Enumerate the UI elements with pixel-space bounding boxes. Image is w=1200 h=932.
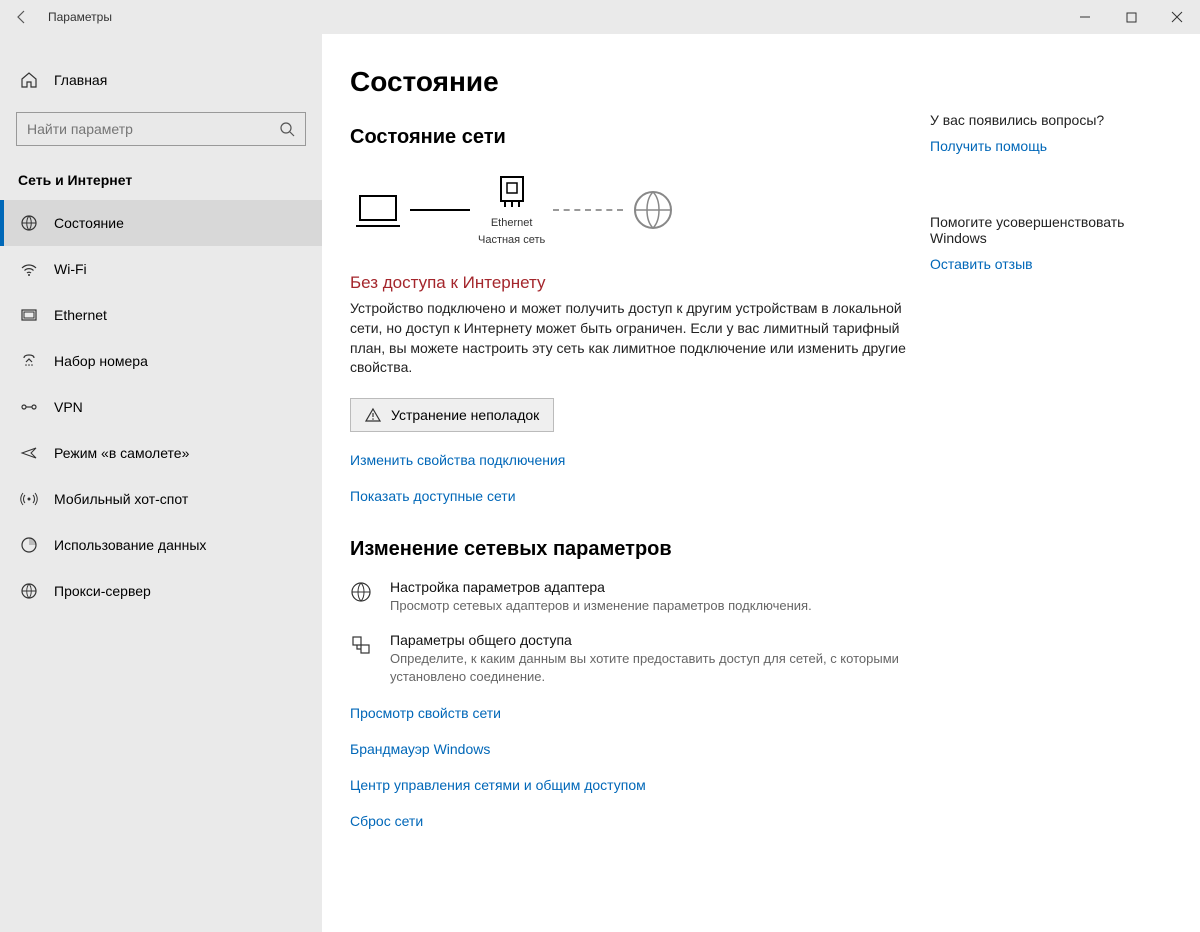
link-feedback[interactable]: Оставить отзыв bbox=[930, 256, 1033, 272]
sidebar-item-label: Прокси-сервер bbox=[40, 583, 151, 599]
ethernet-icon bbox=[18, 306, 40, 324]
option-desc: Просмотр сетевых адаптеров и изменение п… bbox=[390, 597, 910, 615]
option-sharing[interactable]: Параметры общего доступа Определите, к к… bbox=[350, 632, 910, 685]
sidebar-item-data-usage[interactable]: Использование данных bbox=[0, 522, 322, 568]
network-adapter-icon bbox=[495, 173, 529, 213]
window-title: Параметры bbox=[44, 10, 112, 24]
computer-icon bbox=[354, 190, 402, 230]
sidebar-item-label: VPN bbox=[40, 399, 83, 415]
minimize-icon bbox=[1079, 11, 1091, 23]
globe-icon bbox=[631, 188, 675, 232]
diagram-conn-name: Ethernet bbox=[491, 217, 533, 230]
option-title: Настройка параметров адаптера bbox=[390, 579, 910, 595]
sidebar-item-wifi[interactable]: Wi-Fi bbox=[0, 246, 322, 292]
link-sharing-center[interactable]: Центр управления сетями и общим доступом bbox=[350, 777, 646, 793]
sidebar-home[interactable]: Главная bbox=[0, 58, 322, 102]
error-body: Устройство подключено и может получить д… bbox=[350, 299, 910, 377]
sidebar-item-vpn[interactable]: VPN bbox=[0, 384, 322, 430]
page-title: Состояние bbox=[350, 66, 910, 98]
sidebar-item-proxy[interactable]: Прокси-сервер bbox=[0, 568, 322, 614]
hotspot-icon bbox=[18, 490, 40, 508]
warning-icon bbox=[365, 407, 381, 423]
sidebar-item-hotspot[interactable]: Мобильный хот-спот bbox=[0, 476, 322, 522]
sidebar-item-label: Wi-Fi bbox=[40, 261, 87, 277]
sharing-icon bbox=[350, 632, 376, 685]
sidebar-item-status[interactable]: Состояние bbox=[0, 200, 322, 246]
section-change: Изменение сетевых параметров bbox=[350, 538, 910, 561]
sidebar-item-airplane[interactable]: Режим «в самолете» bbox=[0, 430, 322, 476]
option-title: Параметры общего доступа bbox=[390, 632, 910, 648]
link-change-props[interactable]: Изменить свойства подключения bbox=[350, 452, 565, 468]
sidebar-item-label: Режим «в самолете» bbox=[40, 445, 189, 461]
status-icon bbox=[18, 214, 40, 232]
help-title: У вас появились вопросы? bbox=[930, 112, 1160, 128]
search-icon bbox=[279, 121, 295, 137]
adapter-settings-icon bbox=[350, 579, 376, 615]
network-diagram: Ethernet Частная сеть bbox=[350, 167, 910, 251]
sidebar-item-label: Состояние bbox=[40, 215, 124, 231]
troubleshoot-label: Устранение неполадок bbox=[391, 407, 539, 423]
dialup-icon bbox=[18, 352, 40, 370]
close-icon bbox=[1171, 11, 1183, 23]
maximize-button[interactable] bbox=[1108, 0, 1154, 34]
close-button[interactable] bbox=[1154, 0, 1200, 34]
vpn-icon bbox=[18, 398, 40, 416]
section-status: Состояние сети bbox=[350, 126, 910, 149]
home-icon bbox=[18, 71, 40, 89]
airplane-icon bbox=[18, 444, 40, 462]
wifi-icon bbox=[18, 260, 40, 278]
minimize-button[interactable] bbox=[1062, 0, 1108, 34]
sidebar-item-label: Ethernet bbox=[40, 307, 107, 323]
error-title: Без доступа к Интернету bbox=[350, 273, 910, 293]
sidebar: Главная Сеть и Интернет Состояние Wi-Fi … bbox=[0, 34, 322, 932]
arrow-left-icon bbox=[14, 9, 30, 25]
sidebar-item-label: Мобильный хот-спот bbox=[40, 491, 188, 507]
link-get-help[interactable]: Получить помощь bbox=[930, 138, 1047, 154]
diagram-conn-type: Частная сеть bbox=[478, 234, 545, 247]
sidebar-item-ethernet[interactable]: Ethernet bbox=[0, 292, 322, 338]
data-usage-icon bbox=[18, 536, 40, 554]
sidebar-group-title: Сеть и Интернет bbox=[0, 160, 322, 200]
troubleshoot-button[interactable]: Устранение неполадок bbox=[350, 398, 554, 432]
search-box[interactable] bbox=[16, 112, 306, 146]
option-adapter[interactable]: Настройка параметров адаптера Просмотр с… bbox=[350, 579, 910, 615]
search-input[interactable] bbox=[27, 121, 279, 137]
link-reset[interactable]: Сброс сети bbox=[350, 813, 423, 829]
feedback-title: Помогите усовершенствовать Windows bbox=[930, 214, 1160, 246]
link-firewall[interactable]: Брандмауэр Windows bbox=[350, 741, 490, 757]
option-desc: Определите, к каким данным вы хотите пре… bbox=[390, 650, 910, 685]
sidebar-item-dialup[interactable]: Набор номера bbox=[0, 338, 322, 384]
link-show-networks[interactable]: Показать доступные сети bbox=[350, 488, 516, 504]
link-view-props[interactable]: Просмотр свойств сети bbox=[350, 705, 501, 721]
sidebar-item-label: Набор номера bbox=[40, 353, 148, 369]
proxy-icon bbox=[18, 582, 40, 600]
sidebar-item-label: Использование данных bbox=[40, 537, 206, 553]
back-button[interactable] bbox=[0, 0, 44, 34]
sidebar-home-label: Главная bbox=[40, 72, 107, 88]
maximize-icon bbox=[1126, 12, 1137, 23]
